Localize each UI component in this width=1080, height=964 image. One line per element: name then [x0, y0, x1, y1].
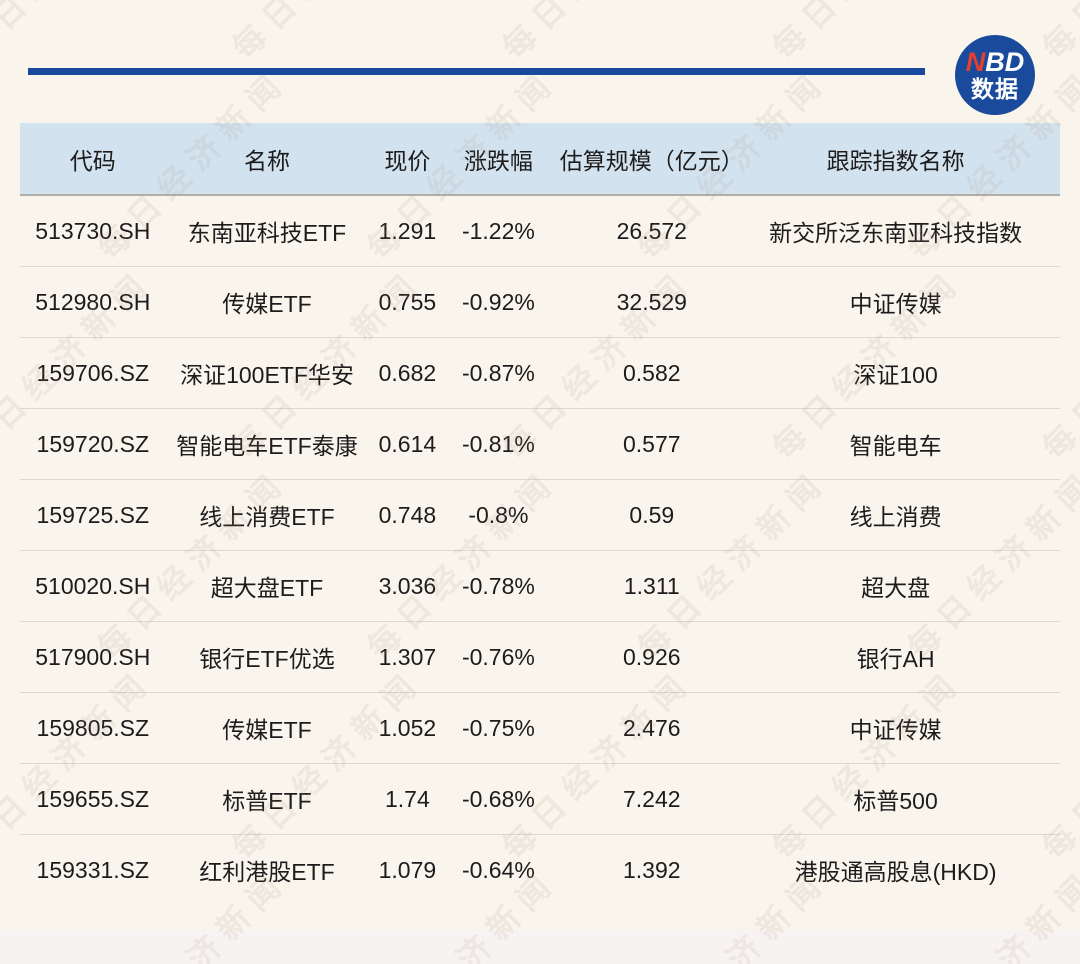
cell-code: 513730.SH: [35, 217, 151, 244]
nbd-logo-bd: BD: [985, 47, 1025, 78]
cell-change: -0.8%: [468, 501, 529, 528]
cell-change: -1.22%: [461, 217, 535, 244]
table-row: 159805.SZ 传媒ETF 1.052 -0.75% 2.476 中证传媒: [20, 693, 1060, 764]
table-header: 代码 名称 现价 涨跌幅 估算规模（亿元） 跟踪指数名称: [20, 123, 1060, 196]
cell-code: 159805.SZ: [36, 714, 150, 741]
cell-change: -0.87%: [461, 359, 535, 386]
watermark-text: 每日经济新闻: [761, 0, 972, 68]
cell-name: 深证100ETF华安: [180, 362, 354, 388]
table-row: 159725.SZ 线上消费ETF 0.748 -0.8% 0.59 线上消费: [20, 480, 1060, 551]
watermark-text: 每日经济新闻: [491, 0, 702, 68]
cell-change: -0.81%: [461, 430, 535, 457]
cell-code: 159725.SZ: [36, 501, 150, 528]
cell-price: 3.036: [378, 572, 437, 599]
cell-scale: 26.572: [616, 217, 687, 244]
cell-scale: 2.476: [623, 714, 681, 741]
cell-name: 超大盘ETF: [210, 575, 324, 601]
etf-table: 代码 名称 现价 涨跌幅 估算规模（亿元） 跟踪指数名称 513730.SH 东南亚科技ET…: [20, 123, 1060, 905]
cell-index: 港股通高股息(HKD): [794, 859, 997, 885]
table-row: 512980.SH 传媒ETF 0.755 -0.92% 32.529 中证传媒: [20, 267, 1060, 338]
table-row: 159655.SZ 标普ETF 1.74 -0.68% 7.242 标普500: [20, 764, 1060, 835]
cell-index: 银行AH: [856, 646, 935, 672]
cell-index: 超大盘: [861, 575, 931, 601]
cell-price: 1.052: [378, 714, 437, 741]
watermark-text: 每日经济新闻: [221, 0, 432, 68]
cell-scale: 32.529: [616, 288, 687, 315]
cell-scale: 0.59: [629, 501, 675, 528]
cell-index: 标普500: [853, 788, 938, 814]
cell-scale: 7.242: [623, 785, 681, 812]
cell-code: 159655.SZ: [36, 785, 150, 812]
cell-code: 159706.SZ: [36, 359, 150, 386]
cell-price: 0.748: [378, 501, 437, 528]
cell-price: 0.682: [378, 359, 437, 386]
watermark-text: 每日经济新闻: [0, 0, 161, 68]
cell-index: 智能电车: [849, 433, 942, 459]
nbd-logo-n: N: [965, 47, 986, 78]
cell-scale: 0.926: [623, 643, 681, 670]
header-price: 现价: [384, 147, 431, 174]
cell-name: 线上消费ETF: [199, 504, 335, 530]
cell-index: 深证100: [853, 362, 938, 388]
cell-name: 东南亚科技ETF: [187, 220, 347, 246]
cell-price: 1.74: [385, 785, 430, 812]
cell-price: 0.614: [378, 430, 437, 457]
cell-name: 银行ETF优选: [199, 646, 335, 672]
bottom-band: [0, 930, 1080, 964]
table-row: 159720.SZ 智能电车ETF泰康 0.614 -0.81% 0.577 智能电车: [20, 409, 1060, 480]
cell-price: 1.079: [378, 856, 437, 883]
cell-price: 1.291: [378, 217, 437, 244]
cell-name: 标普ETF: [222, 788, 312, 814]
cell-index: 线上消费: [849, 504, 942, 530]
cell-scale: 0.582: [623, 359, 681, 386]
cell-name: 传媒ETF: [222, 717, 312, 743]
table-body: 513730.SH 东南亚科技ETF 1.291 -1.22% 26.572 新交所泛东南…: [20, 196, 1060, 905]
cell-change: -0.92%: [461, 288, 535, 315]
header-name: 名称: [243, 147, 290, 174]
cell-change: -0.64%: [461, 856, 535, 883]
cell-scale: 0.577: [623, 430, 681, 457]
cell-name: 红利港股ETF: [199, 859, 335, 885]
cell-name: 智能电车ETF泰康: [176, 433, 358, 459]
brand-divider-line: [28, 68, 925, 75]
nbd-logo-subtitle: 数据: [971, 75, 1019, 102]
nbd-logo-text: NBD: [966, 48, 1025, 76]
cell-index: 中证传媒: [849, 291, 942, 317]
cell-scale: 1.392: [623, 856, 681, 883]
cell-change: -0.76%: [461, 643, 535, 670]
table-row: 517900.SH 银行ETF优选 1.307 -0.76% 0.926 银行AH: [20, 622, 1060, 693]
cell-change: -0.75%: [461, 714, 535, 741]
cell-code: 159331.SZ: [36, 856, 150, 883]
infographic-page: 每日经济新闻 每日经济新闻 每日经济新闻 每日经济新闻 每日经济新闻 每日经济新闻 每日经济…: [0, 0, 1080, 964]
cell-code: 159720.SZ: [36, 430, 150, 457]
cell-index: 中证传媒: [849, 717, 942, 743]
table-row: 159331.SZ 红利港股ETF 1.079 -0.64% 1.392 港股通高股息(H…: [20, 835, 1060, 905]
header-scale: 估算规模（亿元）: [559, 147, 744, 174]
cell-price: 0.755: [378, 288, 437, 315]
cell-scale: 1.311: [623, 572, 680, 599]
cell-price: 1.307: [378, 643, 437, 670]
header-change: 涨跌幅: [463, 147, 533, 174]
cell-code: 510020.SH: [35, 572, 151, 599]
cell-code: 512980.SH: [35, 288, 151, 315]
nbd-logo: NBD 数据: [955, 35, 1035, 115]
header-code: 代码: [69, 147, 116, 174]
cell-change: -0.68%: [461, 785, 535, 812]
cell-name: 传媒ETF: [222, 291, 312, 317]
cell-change: -0.78%: [461, 572, 535, 599]
table-row: 159706.SZ 深证100ETF华安 0.682 -0.87% 0.582 深证100: [20, 338, 1060, 409]
header-index: 跟踪指数名称: [826, 147, 965, 174]
table-row: 513730.SH 东南亚科技ETF 1.291 -1.22% 26.572 新交所泛东南…: [20, 196, 1060, 267]
table-row: 510020.SH 超大盘ETF 3.036 -0.78% 1.311 超大盘: [20, 551, 1060, 622]
watermark-text: 每日经济新闻: [1031, 0, 1080, 68]
cell-index: 新交所泛东南亚科技指数: [769, 220, 1023, 246]
cell-code: 517900.SH: [35, 643, 151, 670]
